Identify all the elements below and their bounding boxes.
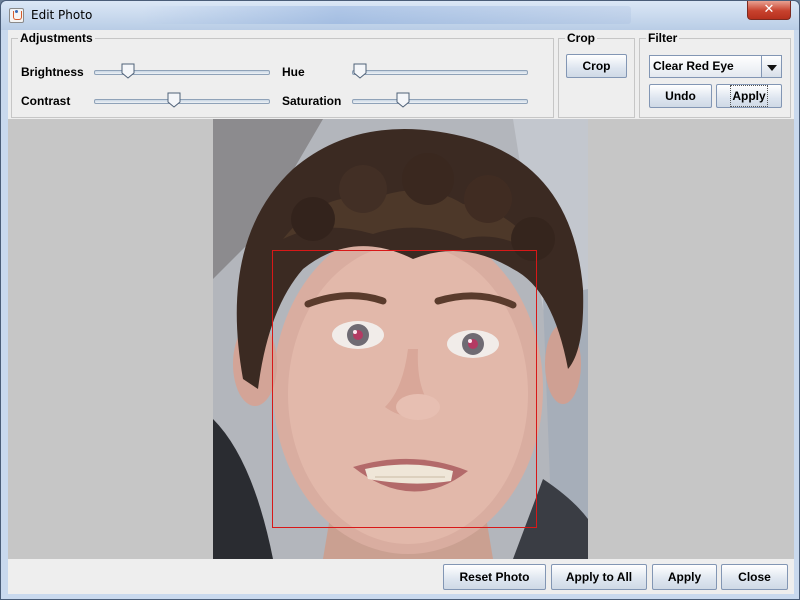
- saturation-slider[interactable]: [352, 92, 528, 109]
- face-detection-box[interactable]: [272, 250, 537, 528]
- brightness-label: Brightness: [21, 65, 84, 79]
- undo-button[interactable]: Undo: [649, 84, 712, 108]
- apply-filter-button[interactable]: Apply: [716, 84, 782, 108]
- apply-to-all-button[interactable]: Apply to All: [551, 564, 647, 590]
- window-title: Edit Photo: [31, 8, 93, 22]
- java-app-icon: [9, 8, 24, 23]
- filter-group: Filter Clear Red Eye Undo Apply: [639, 31, 791, 118]
- reset-photo-label: Reset Photo: [459, 570, 530, 584]
- slider-track: [94, 99, 270, 104]
- reset-photo-button[interactable]: Reset Photo: [443, 564, 546, 590]
- filter-select[interactable]: Clear Red Eye: [649, 55, 782, 78]
- adjustments-group: Adjustments Brightness Hue Contrast Satu…: [11, 31, 554, 118]
- hue-label: Hue: [282, 65, 305, 79]
- undo-button-label: Undo: [665, 89, 696, 103]
- adjustments-legend: Adjustments: [18, 31, 95, 45]
- contrast-slider[interactable]: [94, 92, 270, 109]
- chevron-down-icon[interactable]: [761, 56, 781, 77]
- apply-label: Apply: [667, 570, 702, 584]
- slider-track: [352, 70, 528, 75]
- slider-thumb-icon[interactable]: [167, 92, 181, 108]
- saturation-label: Saturation: [282, 94, 342, 108]
- filter-selected-value: Clear Red Eye: [653, 59, 734, 73]
- photo-canvas[interactable]: [8, 119, 794, 559]
- close-window-button[interactable]: ✕: [747, 1, 791, 20]
- slider-thumb-icon[interactable]: [396, 92, 410, 108]
- close-icon: ✕: [763, 2, 775, 17]
- apply-filter-button-label: Apply: [730, 85, 768, 107]
- slider-track: [352, 99, 528, 104]
- contrast-label: Contrast: [21, 94, 71, 108]
- brightness-slider[interactable]: [94, 63, 270, 80]
- close-button[interactable]: Close: [721, 564, 788, 590]
- photo[interactable]: [213, 119, 588, 559]
- title-bar[interactable]: Edit Photo ✕: [1, 1, 799, 30]
- apply-button[interactable]: Apply: [652, 564, 717, 590]
- close-label: Close: [738, 570, 771, 584]
- crop-legend: Crop: [565, 31, 597, 45]
- hue-slider[interactable]: [352, 63, 528, 80]
- dialog-content: Adjustments Brightness Hue Contrast Satu…: [8, 30, 794, 594]
- crop-button[interactable]: Crop: [566, 54, 627, 78]
- slider-thumb-icon[interactable]: [353, 63, 367, 79]
- crop-group: Crop Crop: [558, 31, 635, 118]
- edit-photo-window: Edit Photo ✕ Adjustments Brightness Hue: [0, 0, 800, 600]
- apply-to-all-label: Apply to All: [565, 570, 633, 584]
- filter-legend: Filter: [646, 31, 680, 45]
- crop-button-label: Crop: [582, 59, 611, 73]
- slider-thumb-icon[interactable]: [121, 63, 135, 79]
- button-bar: Reset Photo Apply to All Apply Close: [8, 559, 794, 594]
- background-window-ghost: [141, 6, 631, 24]
